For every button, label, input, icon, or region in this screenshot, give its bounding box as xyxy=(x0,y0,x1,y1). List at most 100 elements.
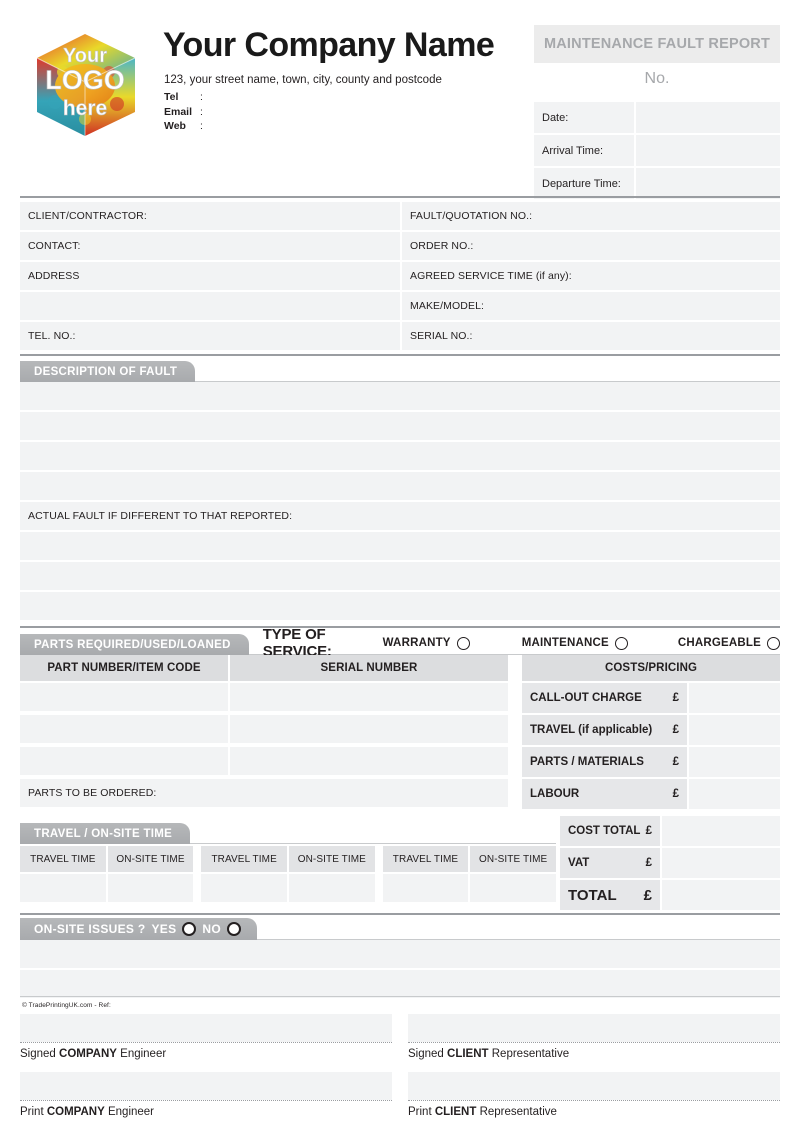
description-row-1[interactable] xyxy=(20,382,780,412)
actual-fault-row-1[interactable] xyxy=(20,532,780,562)
currency-symbol: £ xyxy=(645,857,652,869)
travel-value-2-travel-time[interactable] xyxy=(201,874,287,902)
cost-value-travel[interactable] xyxy=(689,715,780,745)
tab-filler-issues xyxy=(257,918,780,940)
field-parts-to-be-ordered[interactable]: PARTS TO BE ORDERED: xyxy=(20,779,508,809)
travel-value-2-onsite-time[interactable] xyxy=(289,874,375,902)
label-actual-fault-if-different: ACTUAL FAULT IF DIFFERENT TO THAT REPORT… xyxy=(20,502,780,532)
option-maintenance[interactable]: MAINTENANCE xyxy=(521,636,628,650)
option-maintenance-label: MAINTENANCE xyxy=(521,637,609,649)
travel-value-1-onsite-time[interactable] xyxy=(107,874,194,902)
meta-value-departure-time[interactable] xyxy=(636,168,780,199)
cost-value-call-out-charge[interactable] xyxy=(689,683,780,713)
sig-prefix: Signed xyxy=(20,1048,60,1060)
option-warranty[interactable]: WARRANTY xyxy=(383,636,470,650)
currency-symbol: £ xyxy=(645,825,652,837)
cost-value-labour[interactable] xyxy=(689,779,780,809)
total-value-cost-total[interactable] xyxy=(662,816,780,846)
meta-value-date[interactable] xyxy=(636,102,780,133)
travel-value-1-travel-time[interactable] xyxy=(20,874,106,902)
contact-row-web: Web : xyxy=(164,119,212,134)
tab-onsite-issues: ON-SITE ISSUES ? YES NO xyxy=(20,918,258,940)
travel-value-3-onsite-time[interactable] xyxy=(470,874,556,902)
radio-warranty-icon[interactable] xyxy=(456,636,470,650)
currency-symbol: £ xyxy=(672,756,679,768)
travel-header-2-travel-time: TRAVEL TIME xyxy=(201,846,287,872)
field-address[interactable]: ADDRESS xyxy=(20,262,400,292)
cost-label-parts-materials: PARTS / MATERIALS xyxy=(530,756,644,768)
travel-header-1-onsite-time: ON-SITE TIME xyxy=(107,846,194,872)
sig-strong: COMPANY xyxy=(46,1106,105,1118)
description-row-2[interactable] xyxy=(20,412,780,442)
cost-row-call-out-charge: CALL-OUT CHARGE £ xyxy=(522,683,780,713)
parts-row-3-part-number[interactable] xyxy=(20,747,228,777)
field-make-model[interactable]: MAKE/MODEL: xyxy=(402,292,780,322)
parts-row xyxy=(20,747,508,777)
print-box-company-engineer[interactable] xyxy=(20,1072,392,1100)
print-box-client-representative[interactable] xyxy=(408,1072,780,1100)
travel-value-3-travel-time[interactable] xyxy=(382,874,469,902)
sig-strong: CLIENT xyxy=(434,1106,477,1118)
travel-header-1-travel-time: TRAVEL TIME xyxy=(20,846,106,872)
parts-row-3-serial-number[interactable] xyxy=(230,747,508,777)
parts-row-2-part-number[interactable] xyxy=(20,715,228,745)
currency-symbol: £ xyxy=(672,692,679,704)
total-row-cost-total: COST TOTAL £ xyxy=(560,816,780,846)
print-caption-company-engineer: Print COMPANY Engineer xyxy=(20,1101,392,1130)
parts-row-2-serial-number[interactable] xyxy=(230,715,508,745)
cost-value-parts-materials[interactable] xyxy=(689,747,780,777)
signature-box-client-representative[interactable] xyxy=(408,1014,780,1042)
field-fault-quotation-no[interactable]: FAULT/QUOTATION NO.: xyxy=(402,202,780,232)
field-address-line-2[interactable] xyxy=(20,292,400,322)
meta-row-departure-time: Departure Time: xyxy=(534,168,780,199)
description-row-3[interactable] xyxy=(20,442,780,472)
actual-fault-row-2[interactable] xyxy=(20,562,780,592)
onsite-issues-row-1[interactable] xyxy=(20,940,780,970)
description-of-fault-section: DESCRIPTION OF FAULT ACTUAL FAULT IF DIF… xyxy=(20,361,780,622)
option-chargeable[interactable]: CHARGEABLE xyxy=(677,636,780,650)
divider-description xyxy=(20,626,780,628)
parts-and-costs-grid: PART NUMBER/ITEM CODE SERIAL NUMBER PART… xyxy=(20,655,780,809)
radio-chargeable-icon[interactable] xyxy=(767,636,780,650)
copyright-text: © TradePrintingUK.com - Ref: xyxy=(22,1002,111,1009)
tab-parts-required: PARTS REQUIRED/USED/LOANED xyxy=(20,634,249,655)
service-header-row: PARTS REQUIRED/USED/LOANED TYPE OF SERVI… xyxy=(20,626,780,660)
currency-symbol: £ xyxy=(672,788,679,800)
onsite-issues-section: ON-SITE ISSUES ? YES NO xyxy=(20,918,780,1000)
option-chargeable-label: CHARGEABLE xyxy=(677,637,761,649)
contact-row-tel: Tel : xyxy=(164,90,212,105)
field-tel-no[interactable]: TEL. NO.: xyxy=(20,322,400,352)
meta-value-arrival-time[interactable] xyxy=(636,135,780,166)
signature-company-engineer: Signed COMPANY Engineer xyxy=(20,1014,392,1072)
total-label-vat: VAT xyxy=(568,857,590,869)
field-agreed-service-time[interactable]: AGREED SERVICE TIME (if any): xyxy=(402,262,780,292)
field-order-no[interactable]: ORDER NO.: xyxy=(402,232,780,262)
field-serial-no[interactable]: SERIAL NO.: xyxy=(402,322,780,352)
field-contact[interactable]: CONTACT: xyxy=(20,232,400,262)
contact-colon-tel: : xyxy=(200,91,203,103)
contact-colon-email: : xyxy=(200,105,203,118)
field-client-contractor[interactable]: CLIENT/CONTRACTOR: xyxy=(20,202,400,232)
signature-box-company-engineer[interactable] xyxy=(20,1014,392,1042)
radio-onsite-issues-yes-icon[interactable] xyxy=(182,922,197,936)
total-value-total[interactable] xyxy=(662,880,780,910)
sig-strong: CLIENT xyxy=(447,1048,489,1060)
contact-key-tel: Tel xyxy=(164,91,179,103)
parts-row xyxy=(20,683,508,713)
radio-maintenance-icon[interactable] xyxy=(614,636,628,650)
description-row-4[interactable] xyxy=(20,472,780,502)
client-info-column: CLIENT/CONTRACTOR: CONTACT: ADDRESS TEL.… xyxy=(20,202,400,352)
signature-row-signed: Signed COMPANY Engineer Signed CLIENT Re… xyxy=(20,1014,780,1072)
travel-pair-2: TRAVEL TIME ON-SITE TIME xyxy=(201,846,375,902)
parts-row-1-part-number[interactable] xyxy=(20,683,228,713)
sig-prefix: Print xyxy=(408,1106,435,1118)
travel-pair-3: TRAVEL TIME ON-SITE TIME xyxy=(382,846,556,902)
print-caption-client-representative: Print CLIENT Representative xyxy=(408,1101,780,1130)
actual-fault-row-3[interactable] xyxy=(20,592,780,622)
total-row-vat: VAT £ xyxy=(560,848,780,878)
parts-row-1-serial-number[interactable] xyxy=(230,683,508,713)
sig-suffix: Engineer xyxy=(116,1048,167,1060)
client-and-fault-info: CLIENT/CONTRACTOR: CONTACT: ADDRESS TEL.… xyxy=(20,202,780,352)
total-value-vat[interactable] xyxy=(662,848,780,878)
radio-onsite-issues-no-icon[interactable] xyxy=(227,922,242,936)
